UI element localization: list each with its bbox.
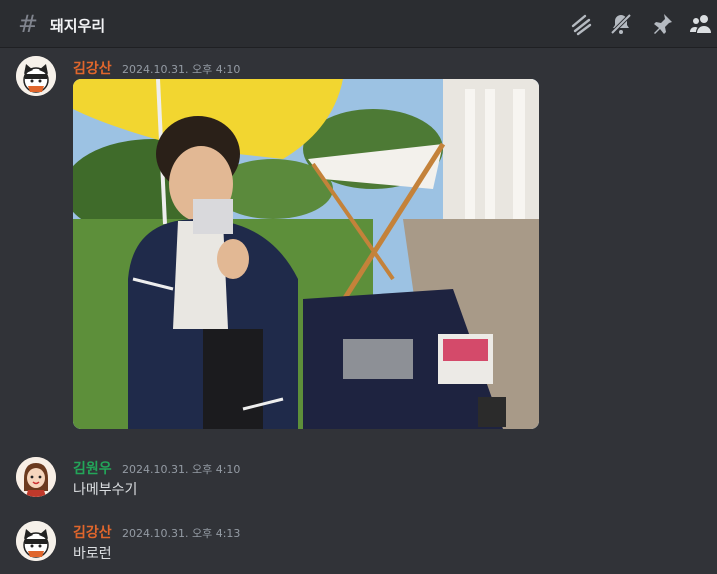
username[interactable]: 김원우 — [73, 458, 112, 478]
hash-icon: # — [18, 10, 39, 38]
threads-icon[interactable] — [569, 12, 593, 36]
message-text: 나메부수기 — [73, 482, 138, 498]
timestamp: 2024.10.31. 오후 4:10 — [122, 63, 241, 76]
members-icon[interactable] — [689, 12, 713, 36]
image-attachment[interactable] — [73, 79, 539, 429]
mute-notifications-icon[interactable] — [609, 12, 633, 36]
message-text: 바로런 — [73, 546, 112, 562]
timestamp: 2024.10.31. 오후 4:10 — [122, 463, 241, 476]
username[interactable]: 김강산 — [73, 522, 112, 542]
photo-content — [73, 79, 539, 429]
channel-header: # 돼지우리 — [0, 0, 717, 48]
avatar[interactable] — [16, 457, 56, 497]
channel-name: 돼지우리 — [50, 17, 106, 35]
username[interactable]: 김강산 — [73, 58, 112, 78]
pin-icon[interactable] — [650, 12, 674, 36]
avatar[interactable] — [16, 521, 56, 561]
timestamp: 2024.10.31. 오후 4:13 — [122, 527, 241, 540]
avatar[interactable] — [16, 56, 56, 96]
